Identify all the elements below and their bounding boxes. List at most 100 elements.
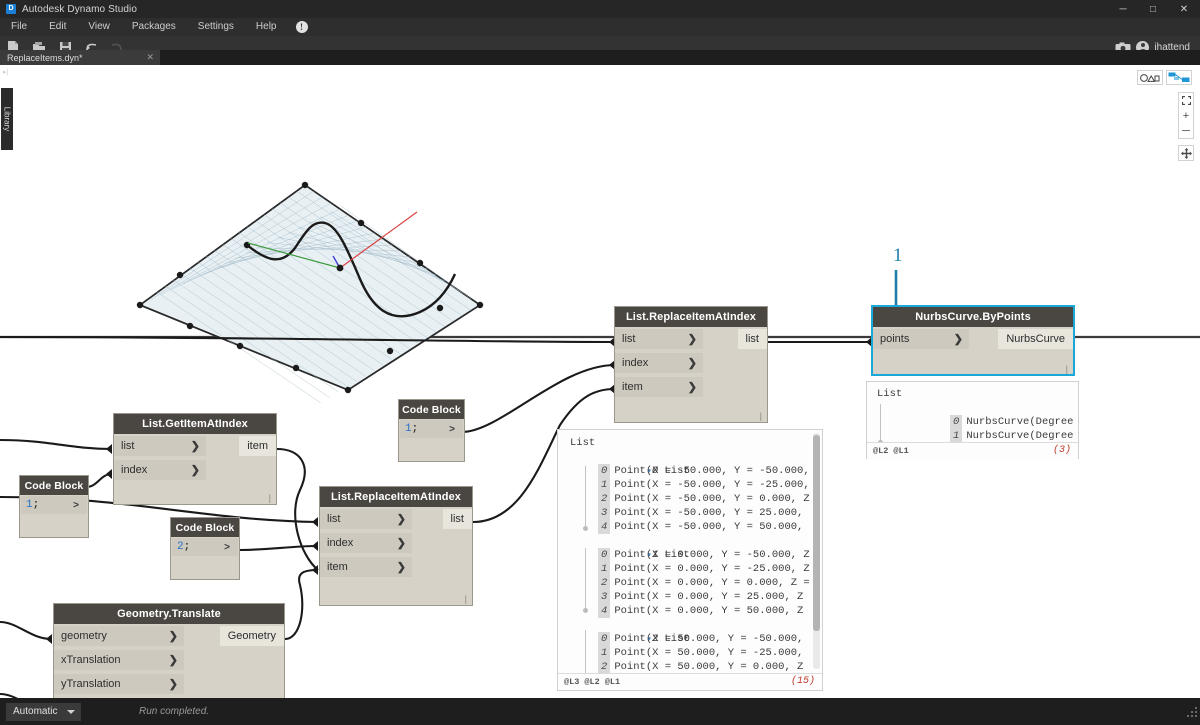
run-mode-dropdown[interactable]: Automatic bbox=[6, 703, 81, 721]
node-body: list ❯ list index ❯ item ❯ bbox=[615, 327, 767, 422]
zoom-out-button[interactable]: ─ bbox=[1179, 123, 1193, 138]
input-port-xtranslation[interactable]: xTranslation ❯ bbox=[54, 650, 184, 670]
chevron-right-icon: ❯ bbox=[397, 537, 406, 550]
node-title: List.ReplaceItemAtIndex bbox=[320, 487, 472, 507]
menu-edit[interactable]: Edit bbox=[38, 18, 77, 36]
info-icon[interactable]: ! bbox=[296, 21, 308, 33]
window-controls: ─ □ ✕ bbox=[1108, 0, 1200, 18]
input-port-label: geometry bbox=[61, 630, 107, 642]
close-button[interactable]: ✕ bbox=[1168, 0, 1200, 18]
preview-root-label: List bbox=[877, 387, 1078, 401]
output-port-list[interactable]: list bbox=[443, 509, 472, 529]
output-port-nurbscurve[interactable]: NurbsCurve bbox=[998, 329, 1073, 349]
row-index: 0 bbox=[950, 415, 962, 429]
input-port-item[interactable]: item ❯ bbox=[615, 377, 703, 397]
output-port-label: list bbox=[746, 333, 759, 345]
geometry-view-icon[interactable] bbox=[1137, 70, 1163, 85]
minimize-button[interactable]: ─ bbox=[1108, 0, 1138, 18]
library-expand-icon[interactable]: ▸| bbox=[3, 68, 8, 76]
chevron-right-icon: ❯ bbox=[169, 678, 178, 691]
graph-canvas[interactable]: ▸| Library bbox=[0, 65, 1200, 698]
output-port-code[interactable]: > bbox=[216, 538, 238, 556]
node-code-block-lower[interactable]: Code Block 2; > bbox=[170, 517, 240, 580]
maximize-button[interactable]: □ bbox=[1138, 0, 1168, 18]
node-body: points ❯ NurbsCurve | bbox=[873, 327, 1073, 375]
node-geometry-translate[interactable]: Geometry.Translate geometry ❯ Geometry x… bbox=[53, 603, 285, 698]
output-port-item[interactable]: item bbox=[239, 436, 276, 456]
tab-label: ReplaceItems.dyn* bbox=[0, 53, 83, 63]
input-port-ytranslation[interactable]: yTranslation ❯ bbox=[54, 674, 184, 694]
preview-levels: @L2 @L1 bbox=[873, 446, 909, 456]
graph-view-icon[interactable] bbox=[1166, 70, 1192, 85]
preview-row: 3Point(X = 0.000, Y = 25.000, Z bbox=[570, 590, 822, 604]
input-port-geometry[interactable]: geometry ❯ bbox=[54, 626, 184, 646]
node-nurbscurve-bypoints[interactable]: NurbsCurve.ByPoints points ❯ NurbsCurve … bbox=[871, 305, 1075, 376]
code-block-input[interactable]: 1; bbox=[21, 496, 65, 514]
run-status-text: Run completed. bbox=[139, 706, 209, 717]
menu-settings[interactable]: Settings bbox=[187, 18, 245, 36]
menu-packages[interactable]: Packages bbox=[121, 18, 187, 36]
callout-number-1: 1 bbox=[893, 245, 903, 267]
preview-row: 2Point(X = 0.000, Y = 0.000, Z = bbox=[570, 576, 822, 590]
code-number: 2 bbox=[177, 541, 184, 553]
node-list-replaceitematindex-bottom[interactable]: List.ReplaceItemAtIndex list ❯ list inde… bbox=[319, 486, 473, 606]
input-port-list[interactable]: list ❯ bbox=[114, 436, 206, 456]
preview-scrollbar[interactable] bbox=[813, 433, 820, 669]
menu-file[interactable]: File bbox=[0, 18, 38, 36]
tree-rail bbox=[585, 548, 586, 610]
node-title: List.ReplaceItemAtIndex bbox=[615, 307, 767, 327]
tab-close-icon[interactable]: ✕ bbox=[146, 52, 154, 63]
row-text: Point(X = 50.000, Y = -25.000, bbox=[614, 647, 809, 659]
preview-group-header[interactable]: ▾1 List bbox=[570, 534, 822, 548]
code-block-input[interactable]: 2; bbox=[172, 538, 216, 556]
node-resize-handle[interactable]: | bbox=[1066, 364, 1068, 374]
preview-footer: @L3 @L2 @L1 (15) bbox=[558, 673, 822, 690]
preview-group-header[interactable]: ▾2 List bbox=[570, 618, 822, 632]
window-title: Autodesk Dynamo Studio bbox=[22, 4, 137, 15]
node-code-block-left[interactable]: Code Block 1; > bbox=[19, 475, 89, 538]
resize-grip[interactable] bbox=[1187, 705, 1198, 723]
code-rest: ; bbox=[33, 499, 40, 511]
code-row: 1; > bbox=[20, 495, 88, 515]
node-list-getitematindex[interactable]: List.GetItemAtIndex list ❯ item index ❯ bbox=[113, 413, 277, 505]
input-port-index[interactable]: index ❯ bbox=[114, 460, 206, 480]
input-port-list[interactable]: list ❯ bbox=[615, 329, 703, 349]
node-code-block-mid[interactable]: Code Block 1; > bbox=[398, 399, 465, 462]
menu-help[interactable]: Help bbox=[245, 18, 288, 36]
library-label: Library bbox=[3, 107, 12, 131]
port-row: item ❯ bbox=[615, 375, 767, 399]
node-resize-handle[interactable]: | bbox=[760, 411, 762, 421]
chevron-down-icon bbox=[67, 710, 75, 714]
tree-dot bbox=[583, 526, 588, 531]
output-port-code[interactable]: > bbox=[441, 420, 463, 438]
input-port-label: points bbox=[880, 333, 909, 345]
output-port-code[interactable]: > bbox=[65, 496, 87, 514]
library-tab[interactable]: Library bbox=[1, 88, 13, 150]
input-port-item[interactable]: item ❯ bbox=[320, 557, 412, 577]
input-port-list[interactable]: list ❯ bbox=[320, 509, 412, 529]
port-row: index ❯ bbox=[114, 458, 276, 482]
fit-to-screen-icon[interactable] bbox=[1179, 93, 1193, 108]
row-text: Point(X = -50.000, Y = -50.000, bbox=[614, 465, 809, 477]
input-port-index[interactable]: index ❯ bbox=[615, 353, 703, 373]
tab-replaceitems[interactable]: ReplaceItems.dyn* ✕ bbox=[0, 50, 160, 65]
code-row: 1; > bbox=[399, 419, 464, 439]
output-port-list[interactable]: list bbox=[738, 329, 767, 349]
input-port-index[interactable]: index ❯ bbox=[320, 533, 412, 553]
pan-icon[interactable] bbox=[1178, 145, 1194, 161]
code-block-input[interactable]: 1; bbox=[400, 420, 442, 438]
zoom-in-button[interactable]: + bbox=[1179, 108, 1193, 123]
node-title: Code Block bbox=[171, 518, 239, 537]
input-port-points[interactable]: points ❯ bbox=[873, 329, 969, 349]
node-list-replaceitematindex-top[interactable]: List.ReplaceItemAtIndex list ❯ list inde… bbox=[614, 306, 768, 423]
zoom-controls: + ─ bbox=[1178, 92, 1194, 139]
output-port-geometry[interactable]: Geometry bbox=[220, 626, 284, 646]
app-logo-icon: D bbox=[6, 4, 16, 14]
menu-view[interactable]: View bbox=[77, 18, 121, 36]
preview-scroll-thumb[interactable] bbox=[813, 435, 820, 631]
node-resize-handle[interactable]: | bbox=[465, 594, 467, 604]
chevron-right-icon: ❯ bbox=[169, 654, 178, 667]
preview-group-header[interactable]: ▾0 List bbox=[570, 450, 822, 464]
node-title: Code Block bbox=[399, 400, 464, 419]
node-resize-handle[interactable]: | bbox=[269, 493, 271, 503]
